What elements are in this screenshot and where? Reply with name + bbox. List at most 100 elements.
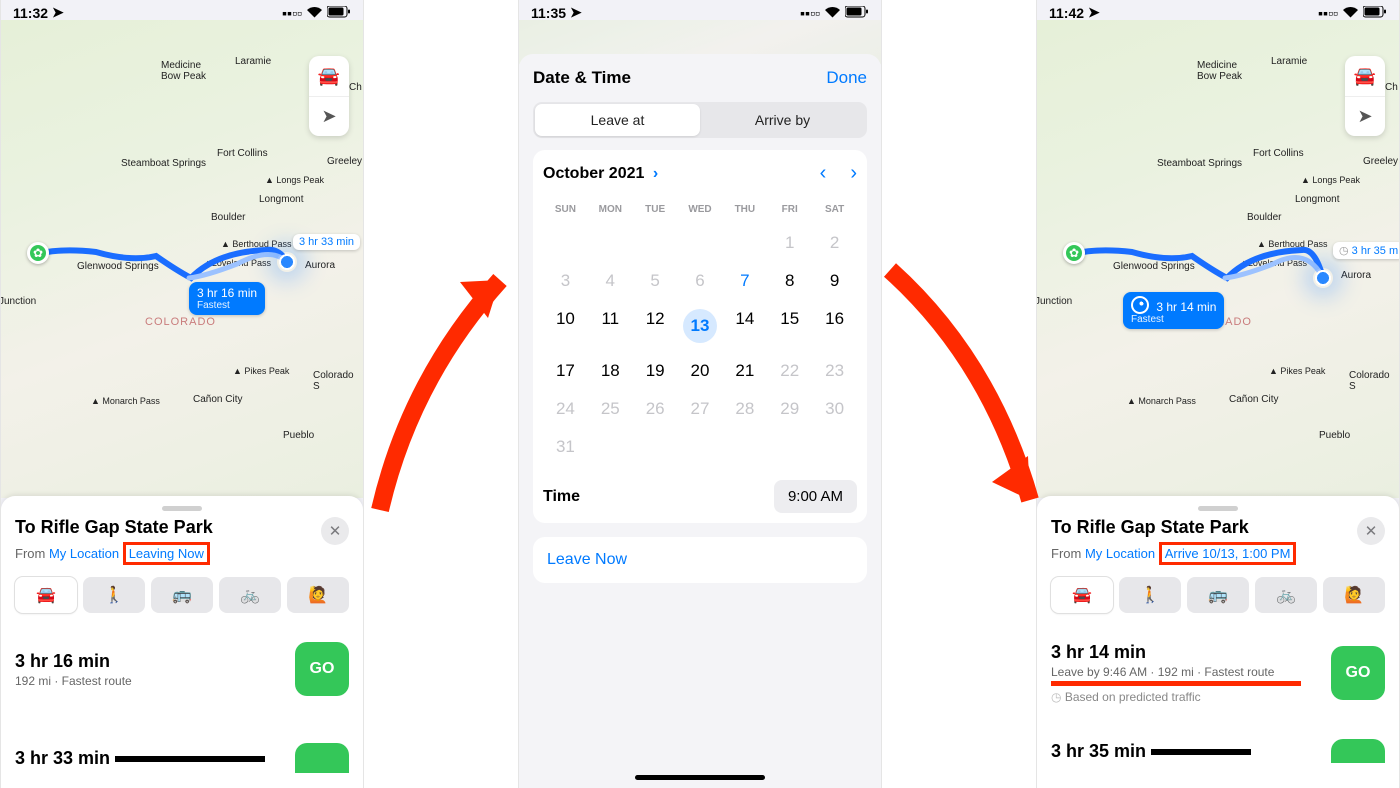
mode-rideshare[interactable]: 🙋 xyxy=(287,577,349,613)
calendar-day[interactable]: 18 xyxy=(588,352,633,390)
tracking-button[interactable]: ➤ xyxy=(309,96,349,136)
current-location-dot xyxy=(1313,268,1333,288)
route-option[interactable]: 3 hr 33 min xyxy=(15,736,349,783)
calendar-day[interactable]: 15 xyxy=(767,300,812,352)
mode-drive[interactable]: 🚘 xyxy=(1051,577,1113,613)
calendar-day[interactable]: 25 xyxy=(588,390,633,428)
calendar-day[interactable]: 20 xyxy=(678,352,723,390)
mode-transit[interactable]: 🚌 xyxy=(1187,577,1249,613)
from-location-link[interactable]: My Location xyxy=(49,546,119,561)
calendar-day[interactable]: 6 xyxy=(678,262,723,300)
weekday-label: WED xyxy=(678,195,723,224)
go-button[interactable]: GO xyxy=(1331,646,1385,700)
time-picker[interactable]: 9:00 AM xyxy=(774,480,857,513)
mode-transit[interactable]: 🚌 xyxy=(151,577,213,613)
calendar-day[interactable]: 1 xyxy=(767,224,812,262)
route-option[interactable]: 3 hr 16 min 192 mi · Fastest route GO xyxy=(15,635,349,706)
close-button[interactable]: ✕ xyxy=(321,517,349,545)
calendar-day[interactable]: 21 xyxy=(722,352,767,390)
map-view[interactable]: MedicineBow Peak Laramie Ch Steamboat Sp… xyxy=(1037,20,1399,498)
leave-arrive-toggle: Leave at Arrive by xyxy=(533,102,867,138)
calendar-day[interactable]: 23 xyxy=(812,352,857,390)
leave-at-option[interactable]: Leave at xyxy=(535,104,700,136)
cellular-icon: ▪▪▫▫ xyxy=(800,5,820,21)
calendar-day[interactable]: 29 xyxy=(767,390,812,428)
route-alt-callout[interactable]: 3 hr 33 min xyxy=(293,234,360,250)
route-main-callout[interactable]: 3 hr 16 min Fastest xyxy=(189,282,265,315)
drag-handle[interactable] xyxy=(1198,506,1238,511)
mode-walk[interactable]: 🚶 xyxy=(83,577,145,613)
directions-card[interactable]: To Rifle Gap State Park From My Location… xyxy=(1037,496,1399,788)
route-duration: 3 hr 33 min xyxy=(15,748,295,769)
calendar-day[interactable]: 14 xyxy=(722,300,767,352)
destination-pin[interactable] xyxy=(27,242,49,264)
home-indicator[interactable] xyxy=(635,775,765,780)
route-alt-callout[interactable]: ◷ 3 hr 35 m xyxy=(1333,242,1399,259)
map-controls: 🚘 ➤ xyxy=(1345,56,1385,136)
calendar-day[interactable]: 27 xyxy=(678,390,723,428)
tracking-button[interactable]: ➤ xyxy=(1345,96,1385,136)
close-button[interactable]: ✕ xyxy=(1357,517,1385,545)
battery-icon xyxy=(1363,5,1387,21)
transport-mode-button[interactable]: 🚘 xyxy=(1345,56,1385,96)
status-bar: 11:32➤ ▪▪▫▫ xyxy=(1,0,363,22)
mode-drive[interactable]: 🚘 xyxy=(15,577,77,613)
calendar-day[interactable]: 17 xyxy=(543,352,588,390)
calendar-day[interactable]: 8 xyxy=(767,262,812,300)
status-time: 11:42 xyxy=(1049,5,1084,21)
calendar-day[interactable]: 30 xyxy=(812,390,857,428)
prev-month-button[interactable]: ‹ xyxy=(820,162,827,185)
calendar-day[interactable]: 19 xyxy=(633,352,678,390)
map-view[interactable]: MedicineBow Peak Laramie Ch Steamboat Sp… xyxy=(1,20,363,498)
calendar-day[interactable]: 22 xyxy=(767,352,812,390)
month-label[interactable]: October 2021 › xyxy=(543,165,658,183)
go-button[interactable] xyxy=(295,743,349,773)
status-time: 11:35 xyxy=(531,5,566,21)
destination-pin[interactable] xyxy=(1063,242,1085,264)
directions-card[interactable]: To Rifle Gap State Park From My Location… xyxy=(1,496,363,788)
mode-rideshare[interactable]: 🙋 xyxy=(1323,577,1385,613)
from-row: From My Location Arrive 10/13, 1:00 PM xyxy=(1051,542,1357,565)
calendar-day[interactable]: 4 xyxy=(588,262,633,300)
timing-link[interactable]: Arrive 10/13, 1:00 PM xyxy=(1165,546,1291,561)
weekday-label: FRI xyxy=(767,195,812,224)
calendar-day[interactable]: 24 xyxy=(543,390,588,428)
next-month-button[interactable]: › xyxy=(850,162,857,185)
mode-bike[interactable]: 🚲 xyxy=(1255,577,1317,613)
calendar-day xyxy=(633,224,678,262)
battery-icon xyxy=(327,5,351,21)
datetime-sheet: Date & Time Done Leave at Arrive by Octo… xyxy=(519,54,881,788)
chevron-right-icon: › xyxy=(648,165,658,182)
calendar-day[interactable]: 26 xyxy=(633,390,678,428)
mode-walk[interactable]: 🚶 xyxy=(1119,577,1181,613)
location-services-icon: ➤ xyxy=(1088,4,1100,21)
screenshot-middle: 11:35➤ ▪▪▫▫ Date & Time Done Leave at Ar… xyxy=(518,0,882,788)
from-location-link[interactable]: My Location xyxy=(1085,546,1155,561)
calendar-day[interactable]: 2 xyxy=(812,224,857,262)
arrive-by-option[interactable]: Arrive by xyxy=(700,104,865,136)
transport-mode-button[interactable]: 🚘 xyxy=(309,56,349,96)
leave-now-button[interactable]: Leave Now xyxy=(533,537,867,583)
calendar-day[interactable]: 13 xyxy=(678,300,723,352)
route-option[interactable]: 3 hr 35 min xyxy=(1051,732,1385,773)
calendar-day[interactable]: 7 xyxy=(722,262,767,300)
timing-link[interactable]: Leaving Now xyxy=(129,546,204,561)
mode-bike[interactable]: 🚲 xyxy=(219,577,281,613)
calendar-day[interactable]: 3 xyxy=(543,262,588,300)
go-button[interactable]: GO xyxy=(295,642,349,696)
drag-handle[interactable] xyxy=(162,506,202,511)
route-main-callout[interactable]: 3 hr 14 min Fastest xyxy=(1123,292,1224,329)
calendar-day[interactable]: 12 xyxy=(633,300,678,352)
go-button[interactable] xyxy=(1331,739,1385,763)
calendar-day[interactable]: 5 xyxy=(633,262,678,300)
route-option[interactable]: 3 hr 14 min Leave by 9:46 AM · 192 mi · … xyxy=(1051,635,1385,714)
done-button[interactable]: Done xyxy=(826,68,867,88)
calendar-day[interactable]: 28 xyxy=(722,390,767,428)
calendar-day[interactable]: 31 xyxy=(543,428,588,466)
calendar-day xyxy=(812,428,857,466)
calendar-day[interactable]: 16 xyxy=(812,300,857,352)
calendar-day[interactable]: 9 xyxy=(812,262,857,300)
wifi-icon xyxy=(307,5,322,21)
calendar-day[interactable]: 11 xyxy=(588,300,633,352)
calendar-day[interactable]: 10 xyxy=(543,300,588,352)
